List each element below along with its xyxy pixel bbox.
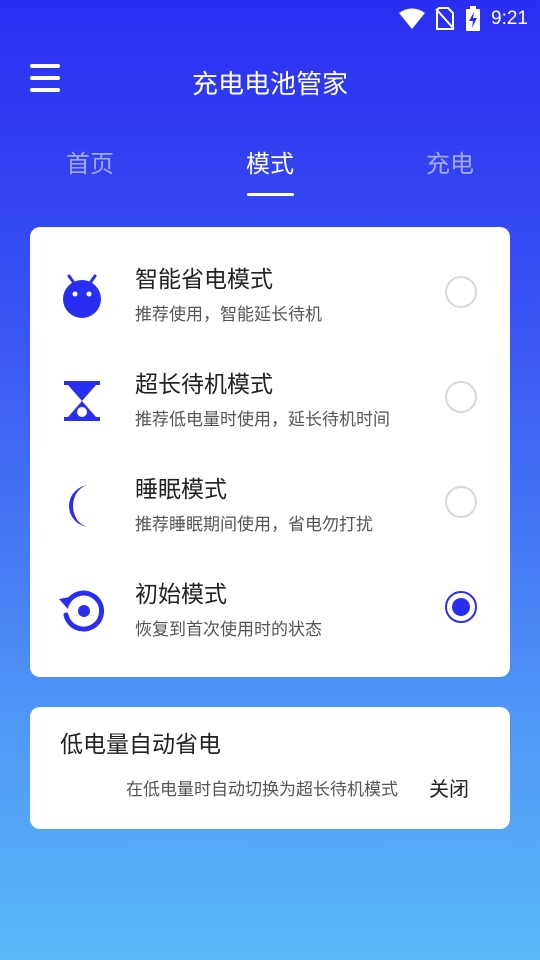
battery-charging-icon <box>466 6 481 31</box>
mode-radio-sleep[interactable] <box>445 486 477 518</box>
android-icon <box>63 274 101 318</box>
low-battery-title: 低电量自动省电 <box>60 732 221 758</box>
mode-desc: 推荐睡眠期间使用，省电勿打扰 <box>135 515 373 535</box>
status-time: 9:21 <box>491 8 528 29</box>
status-icons: 9:21 <box>399 6 528 32</box>
tab-charge[interactable]: 充电 <box>390 144 510 179</box>
mode-title: 睡眠模式 <box>135 477 227 503</box>
mode-smart-saving[interactable]: 智能省电模式 推荐使用，智能延长待机 <box>30 242 510 347</box>
mode-initial[interactable]: 初始模式 恢复到首次使用时的状态 <box>30 557 510 662</box>
modes-card: 智能省电模式 推荐使用，智能延长待机 超长待机模式 推荐低电量时使用，延长待机时… <box>30 227 510 677</box>
tab-mode[interactable]: 模式 <box>210 144 330 179</box>
mode-radio-ultra-standby[interactable] <box>445 381 477 413</box>
tab-home[interactable]: 首页 <box>30 144 150 179</box>
no-sim-icon <box>435 7 455 30</box>
mode-desc: 推荐低电量时使用，延长待机时间 <box>135 410 390 430</box>
low-battery-card: 低电量自动省电 在低电量时自动切换为超长待机模式 关闭 <box>30 707 510 829</box>
low-battery-toggle[interactable]: 关闭 <box>429 773 469 802</box>
app-bar: 充电电池管家 <box>0 46 540 116</box>
app-title: 充电电池管家 <box>191 70 348 100</box>
low-battery-desc: 在低电量时自动切换为超长待机模式 <box>126 780 398 800</box>
mode-title: 初始模式 <box>135 582 227 608</box>
mode-ultra-standby[interactable]: 超长待机模式 推荐低电量时使用，延长待机时间 <box>30 347 510 452</box>
mode-radio-initial[interactable] <box>445 591 477 623</box>
mode-desc: 推荐使用，智能延长待机 <box>135 305 322 325</box>
tab-bar: 首页 模式 充电 <box>0 140 540 200</box>
status-bar: 9:21 <box>0 0 540 36</box>
moon-icon <box>68 485 90 527</box>
mode-title: 超长待机模式 <box>135 372 273 398</box>
reset-icon <box>59 590 105 632</box>
mode-title: 智能省电模式 <box>135 267 273 293</box>
wifi-icon <box>399 8 426 29</box>
active-tab-indicator <box>247 193 294 196</box>
mode-desc: 恢复到首次使用时的状态 <box>135 620 322 640</box>
hourglass-icon <box>64 381 100 421</box>
mode-sleep[interactable]: 睡眠模式 推荐睡眠期间使用，省电勿打扰 <box>30 452 510 557</box>
mode-radio-smart-saving[interactable] <box>445 276 477 308</box>
